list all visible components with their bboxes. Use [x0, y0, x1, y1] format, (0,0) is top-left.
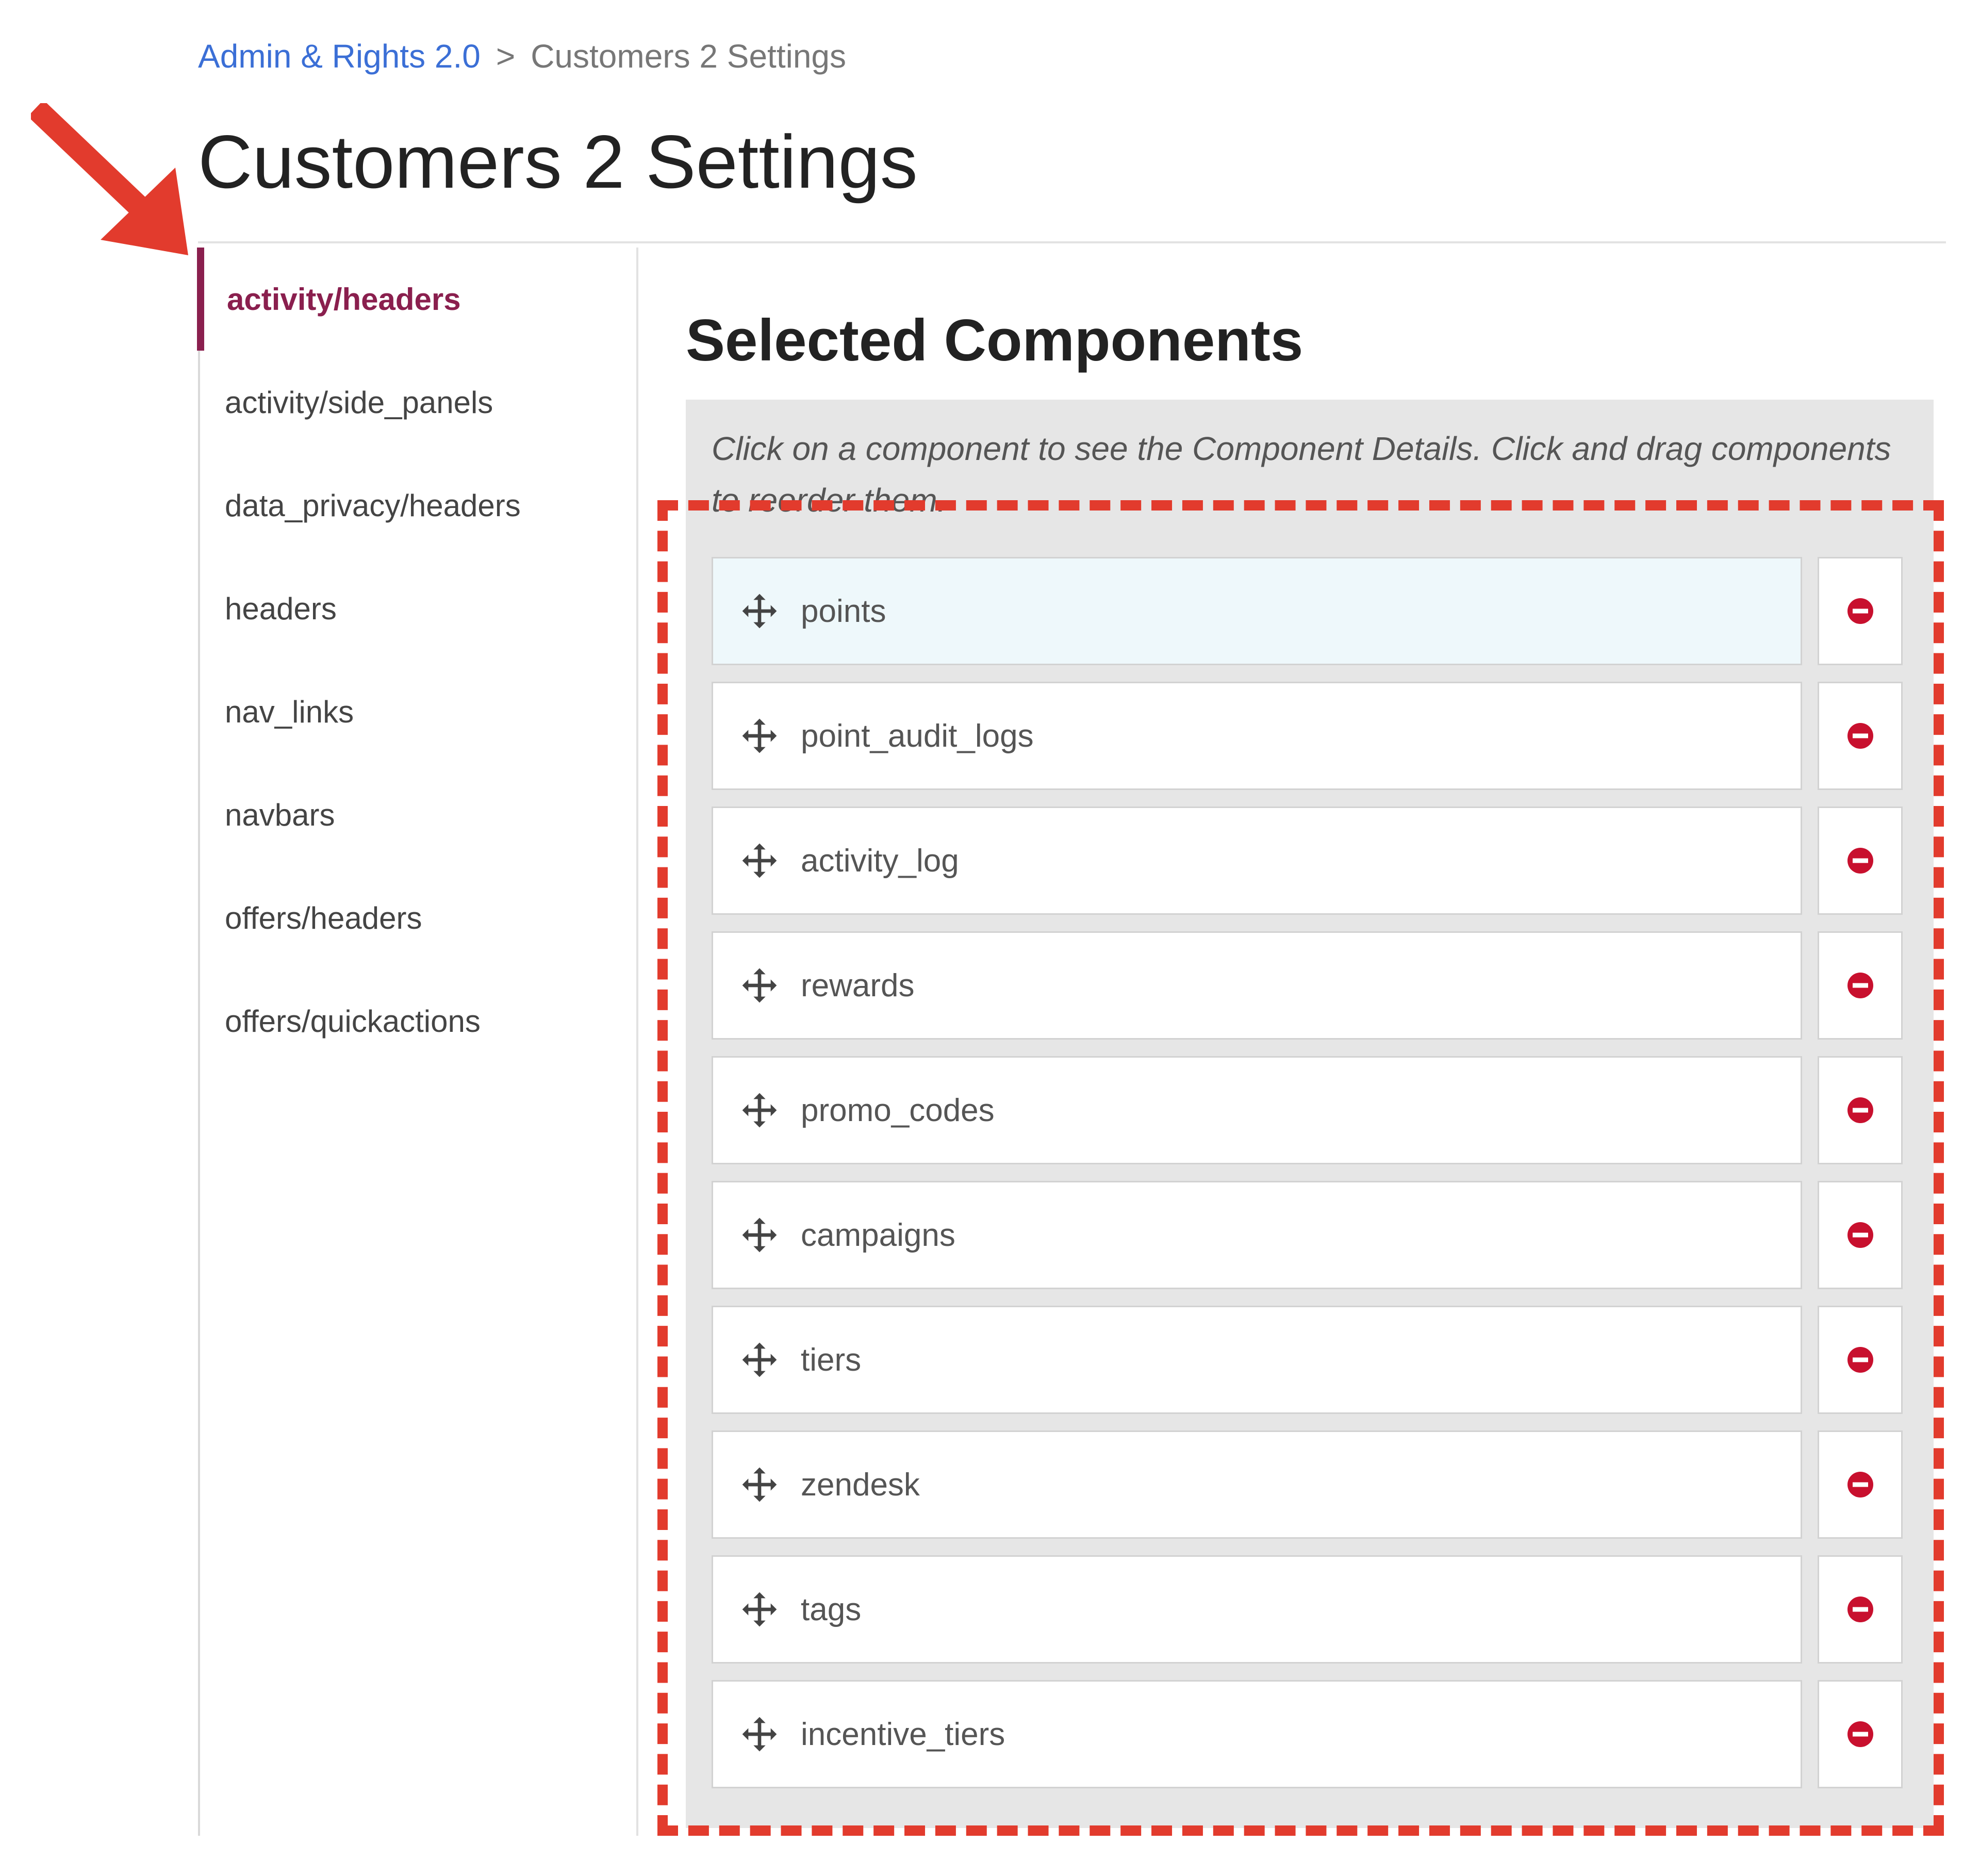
component-label: points [801, 593, 886, 629]
component-item[interactable]: point_audit_logs [712, 682, 1802, 790]
component-label: activity_log [801, 843, 959, 879]
remove-minus-circle-icon [1847, 848, 1873, 874]
sidebar-item-offers-headers[interactable]: offers/headers [200, 866, 636, 969]
remove-component-button[interactable] [1818, 1555, 1903, 1664]
sidebar-item-label: navbars [225, 797, 335, 832]
component-row-tags[interactable]: tags [712, 1555, 1903, 1664]
instructions-text: Click on a component to see the Componen… [712, 430, 1891, 519]
component-row-points[interactable]: points [712, 557, 1903, 665]
annotation-arrow-icon [31, 103, 188, 255]
breadcrumb: Admin & Rights 2.0 > Customers 2 Settings [198, 37, 846, 75]
sidebar-item-data-privacy-headers[interactable]: data_privacy/headers [200, 454, 636, 557]
remove-minus-circle-icon [1847, 1347, 1873, 1373]
component-item[interactable]: zendesk [712, 1430, 1802, 1539]
move-arrows-icon[interactable] [739, 1589, 780, 1630]
component-row-rewards[interactable]: rewards [712, 931, 1903, 1040]
component-label: rewards [801, 967, 915, 1003]
page-title: Customers 2 Settings [198, 120, 918, 204]
component-row-zendesk[interactable]: zendesk [712, 1430, 1903, 1539]
sidebar-item-activity-headers[interactable]: activity/headers [197, 248, 633, 351]
component-label: tiers [801, 1342, 862, 1378]
move-arrows-icon[interactable] [739, 965, 780, 1006]
move-arrows-icon[interactable] [739, 1714, 780, 1755]
move-arrows-icon[interactable] [739, 1339, 780, 1380]
component-label: promo_codes [801, 1092, 995, 1128]
component-label: campaigns [801, 1217, 955, 1253]
remove-component-button[interactable] [1818, 1181, 1903, 1289]
component-item[interactable]: points [712, 557, 1802, 665]
component-row-tiers[interactable]: tiers [712, 1306, 1903, 1414]
section-title: Selected Components [686, 308, 1304, 373]
remove-component-button[interactable] [1818, 1680, 1903, 1788]
remove-component-button[interactable] [1818, 931, 1903, 1040]
sidebar-item-navbars[interactable]: navbars [200, 763, 636, 866]
sidebar-item-label: activity/side_panels [225, 385, 493, 420]
move-arrows-icon[interactable] [739, 590, 780, 632]
remove-minus-circle-icon [1847, 1222, 1873, 1248]
breadcrumb-link-admin-rights[interactable]: Admin & Rights 2.0 [198, 38, 481, 75]
remove-component-button[interactable] [1818, 1306, 1903, 1414]
sidebar-item-label: headers [225, 591, 337, 626]
component-row-campaigns[interactable]: campaigns [712, 1181, 1903, 1289]
component-label: incentive_tiers [801, 1716, 1005, 1752]
component-row-promo-codes[interactable]: promo_codes [712, 1056, 1903, 1164]
sidebar-item-label: activity/headers [227, 282, 461, 317]
component-label: tags [801, 1591, 862, 1627]
sidebar-item-nav-links[interactable]: nav_links [200, 660, 636, 763]
sidebar-item-offers-quickactions[interactable]: offers/quickactions [200, 969, 636, 1073]
sidebar-item-headers[interactable]: headers [200, 557, 636, 660]
breadcrumb-separator: > [496, 38, 516, 75]
move-arrows-icon[interactable] [739, 1090, 780, 1131]
remove-minus-circle-icon [1847, 1472, 1873, 1497]
sidebar-item-activity-side-panels[interactable]: activity/side_panels [200, 351, 636, 454]
component-row-incentive-tiers[interactable]: incentive_tiers [712, 1680, 1903, 1788]
remove-minus-circle-icon [1847, 723, 1873, 749]
move-arrows-icon[interactable] [739, 840, 780, 881]
component-item[interactable]: promo_codes [712, 1056, 1802, 1164]
component-item[interactable]: tiers [712, 1306, 1802, 1414]
remove-component-button[interactable] [1818, 1056, 1903, 1164]
sidebar-item-label: offers/quickactions [225, 1003, 481, 1039]
remove-component-button[interactable] [1818, 682, 1903, 790]
remove-minus-circle-icon [1847, 1597, 1873, 1622]
component-item[interactable]: tags [712, 1555, 1802, 1664]
sidebar-item-label: data_privacy/headers [225, 488, 521, 523]
move-arrows-icon[interactable] [739, 1214, 780, 1256]
component-row-point-audit-logs[interactable]: point_audit_logs [712, 682, 1903, 790]
component-item[interactable]: activity_log [712, 807, 1802, 915]
remove-minus-circle-icon [1847, 1097, 1873, 1123]
component-item[interactable]: rewards [712, 931, 1802, 1040]
remove-component-button[interactable] [1818, 1430, 1903, 1539]
remove-minus-circle-icon [1847, 973, 1873, 998]
title-divider [198, 241, 1946, 243]
component-label: point_audit_logs [801, 718, 1034, 754]
sidebar-item-label: offers/headers [225, 900, 422, 935]
breadcrumb-current: Customers 2 Settings [531, 38, 846, 75]
remove-minus-circle-icon [1847, 1721, 1873, 1747]
move-arrows-icon[interactable] [739, 1464, 780, 1505]
component-label: zendesk [801, 1467, 920, 1503]
move-arrows-icon[interactable] [739, 715, 780, 756]
remove-minus-circle-icon [1847, 598, 1873, 624]
component-row-activity-log[interactable]: activity_log [712, 807, 1903, 915]
component-item[interactable]: campaigns [712, 1181, 1802, 1289]
component-item[interactable]: incentive_tiers [712, 1680, 1802, 1788]
sidebar-item-label: nav_links [225, 694, 354, 729]
remove-component-button[interactable] [1818, 557, 1903, 665]
settings-sidebar: activity/headers activity/side_panels da… [197, 248, 638, 1836]
remove-component-button[interactable] [1818, 807, 1903, 915]
